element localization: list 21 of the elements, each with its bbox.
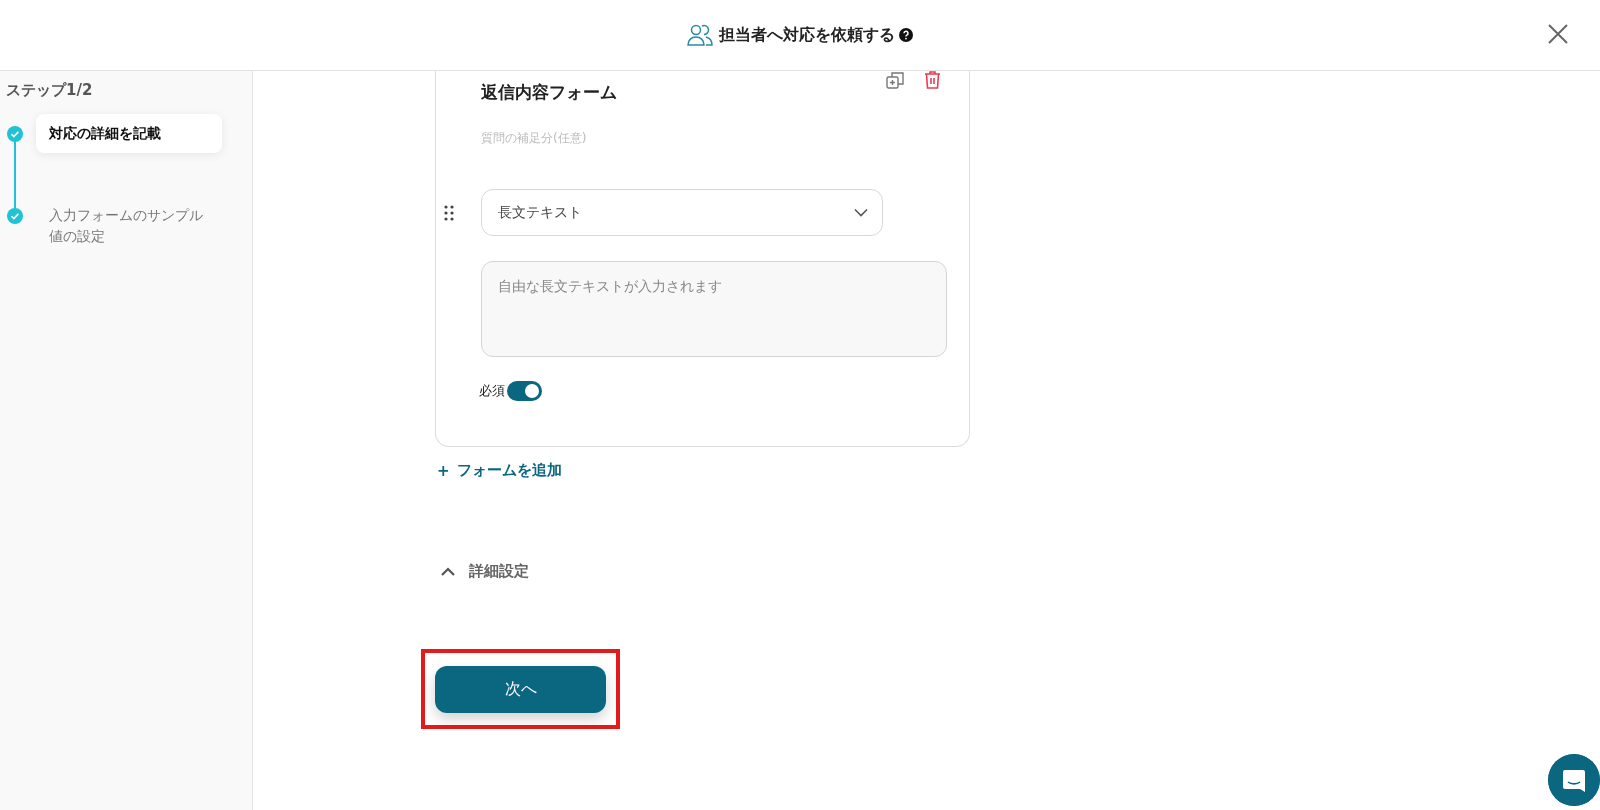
step-counter: ステップ1/2 xyxy=(6,81,93,100)
chevron-down-icon xyxy=(854,208,868,217)
duplicate-icon[interactable] xyxy=(886,71,904,89)
answer-field[interactable]: 自由な長文テキストが入力されます xyxy=(481,261,947,357)
required-label: 必須 xyxy=(479,382,505,400)
details-toggle[interactable]: 詳細設定 xyxy=(441,562,529,581)
close-icon[interactable] xyxy=(1546,22,1570,46)
step-item[interactable]: 入力フォームのサンプル値の設定 xyxy=(36,196,222,256)
type-dropdown[interactable]: 長文テキスト xyxy=(481,189,883,236)
people-icon xyxy=(687,24,713,46)
dialog-title: 担当者へ対応を依頼する xyxy=(719,24,895,46)
add-form-link[interactable]: + フォームを追加 xyxy=(437,461,562,480)
trash-icon[interactable] xyxy=(924,71,941,89)
step-item[interactable]: 対応の詳細を記載 xyxy=(36,114,222,153)
next-button[interactable]: 次へ xyxy=(435,665,606,713)
drag-handle-icon[interactable] xyxy=(444,204,454,221)
chat-icon[interactable] xyxy=(1548,754,1600,806)
chevron-icon xyxy=(441,567,455,576)
form-title: 返信内容フォーム xyxy=(481,81,617,104)
required-toggle[interactable] xyxy=(507,381,542,401)
help-icon[interactable] xyxy=(899,28,913,42)
